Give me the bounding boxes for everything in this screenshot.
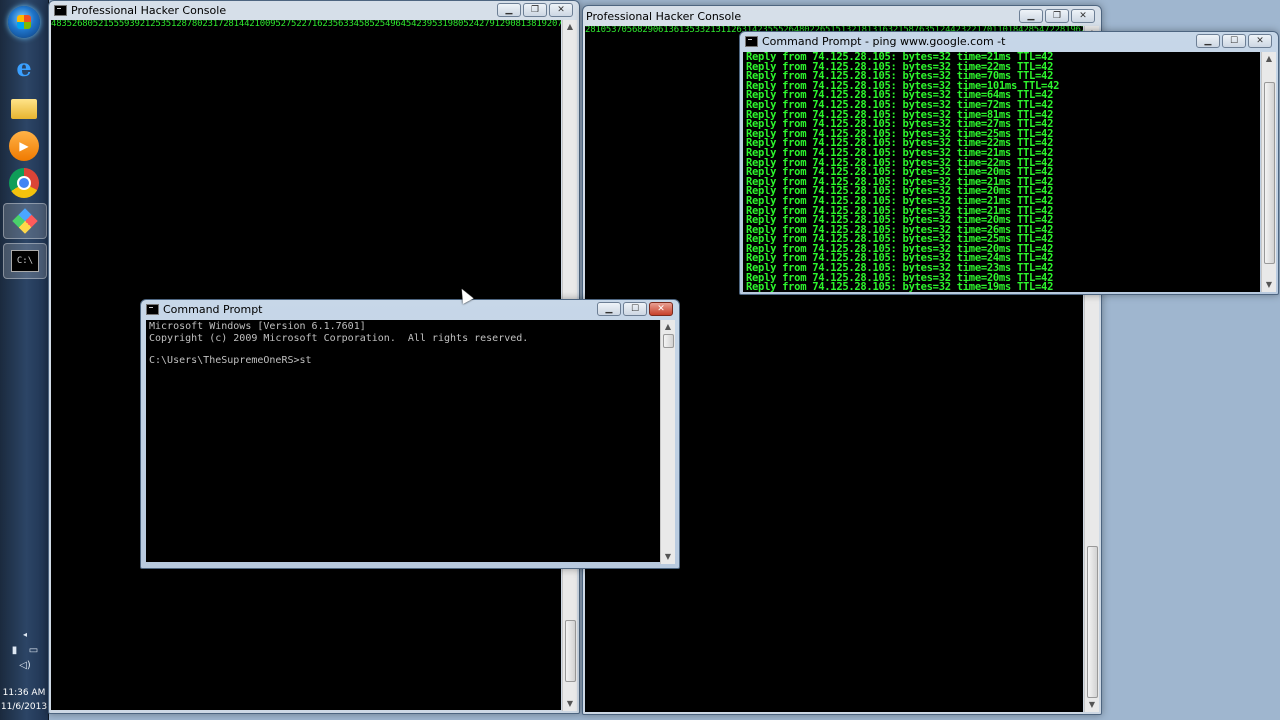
maximize-button[interactable]: ☐ [623,302,647,316]
scroll-down-arrow-icon[interactable]: ▼ [563,697,577,711]
scroll-up-arrow-icon[interactable]: ▲ [563,20,577,34]
cmd-prompt-line[interactable]: C:\Users\TheSupremeOneRS>st [146,346,660,368]
chrome-icon[interactable] [9,168,39,198]
restore-button[interactable]: ❐ [1045,9,1069,23]
window-title: Professional Hacker Console [71,4,227,17]
minimize-button[interactable]: ▁ [1196,34,1220,48]
scroll-thumb[interactable] [1264,82,1275,264]
scroll-down-arrow-icon[interactable]: ▼ [661,550,675,564]
window-title: Command Prompt [163,303,263,316]
scroll-thumb[interactable] [1087,546,1098,698]
clock-time: 11:36 AM [2,688,46,698]
title-bar[interactable]: Command Prompt ▁ ☐ ✕ [141,300,679,320]
window-title: Professional Hacker Console [586,10,742,23]
scroll-down-arrow-icon[interactable]: ▼ [1085,698,1099,712]
command-prompt-icon [146,304,159,315]
cmd-version-line: Microsoft Windows [Version 6.1.7601] [149,321,366,332]
media-player-icon[interactable]: ▶ [9,131,39,161]
vertical-scrollbar[interactable]: ▲ ▼ [1261,52,1276,292]
command-prompt-icon [745,36,758,47]
minimize-button[interactable]: ▁ [1019,9,1043,23]
command-prompt-window[interactable]: Command Prompt ▁ ☐ ✕ Microsoft Windows [… [140,299,680,569]
minimize-button[interactable]: ▁ [597,302,621,316]
close-button[interactable]: ✕ [1248,34,1272,48]
pinwheel-app-icon [12,208,38,234]
clock[interactable]: 11:36 AM 11/6/2013 [0,686,48,714]
minimize-button[interactable]: ▁ [497,3,521,17]
battery-icon[interactable]: ▭ [29,645,38,656]
title-bar[interactable]: Professional Hacker Console ▁ ❐ ✕ [583,6,1101,26]
ping-output: Reply from 74.125.28.105: bytes=32 time=… [743,52,1260,292]
explorer-folder-icon[interactable] [11,99,37,119]
ping-command-prompt-window[interactable]: Command Prompt - ping www.google.com -t … [739,31,1279,295]
restore-button[interactable]: ❐ [523,3,547,17]
taskbar: e ▶ C:\ ◂ ▮ ▭ ◁) 11:36 AM 11/6/2013 [0,0,49,720]
start-button[interactable] [8,6,40,38]
matrix-text: 4835268052155593921253512878023172814421… [51,20,561,29]
volume-icon[interactable]: ◁) [6,660,44,671]
ping-lines: Reply from 74.125.28.105: bytes=32 time=… [743,52,1260,292]
vertical-scrollbar[interactable]: ▲ ▼ [660,320,675,564]
internet-explorer-icon[interactable]: e [9,52,39,82]
scroll-down-arrow-icon[interactable]: ▼ [1262,278,1276,292]
close-button[interactable]: ✕ [649,302,673,316]
console-icon [54,5,67,16]
system-tray: ◂ ▮ ▭ ◁) 11:36 AM 11/6/2013 [0,620,48,720]
show-hidden-icons-arrow-icon[interactable]: ◂ [6,630,44,639]
network-icon[interactable]: ▮ [12,645,18,656]
window-title: Command Prompt - ping www.google.com -t [762,35,1006,48]
title-bar[interactable]: Professional Hacker Console ▁ ❐ ✕ [49,1,579,21]
command-input-area[interactable]: Microsoft Windows [Version 6.1.7601] Cop… [146,320,660,562]
close-button[interactable]: ✕ [549,3,573,17]
command-prompt-taskbar-button[interactable]: C:\ [3,243,47,279]
clock-date: 11/6/2013 [0,702,48,712]
close-button[interactable]: ✕ [1071,9,1095,23]
title-bar[interactable]: Command Prompt - ping www.google.com -t … [740,32,1278,52]
scroll-up-arrow-icon[interactable]: ▲ [661,320,675,334]
cmd-copyright-line: Copyright (c) 2009 Microsoft Corporation… [149,333,529,344]
maximize-button[interactable]: ☐ [1222,34,1246,48]
pinwheel-app-button[interactable] [3,203,47,239]
scroll-thumb[interactable] [565,620,576,682]
scroll-up-arrow-icon[interactable]: ▲ [1262,52,1276,66]
scroll-thumb[interactable] [663,334,674,348]
command-prompt-icon: C:\ [11,250,39,272]
ping-reply-line: Reply from 74.125.28.105: bytes=32 time=… [746,281,1054,292]
